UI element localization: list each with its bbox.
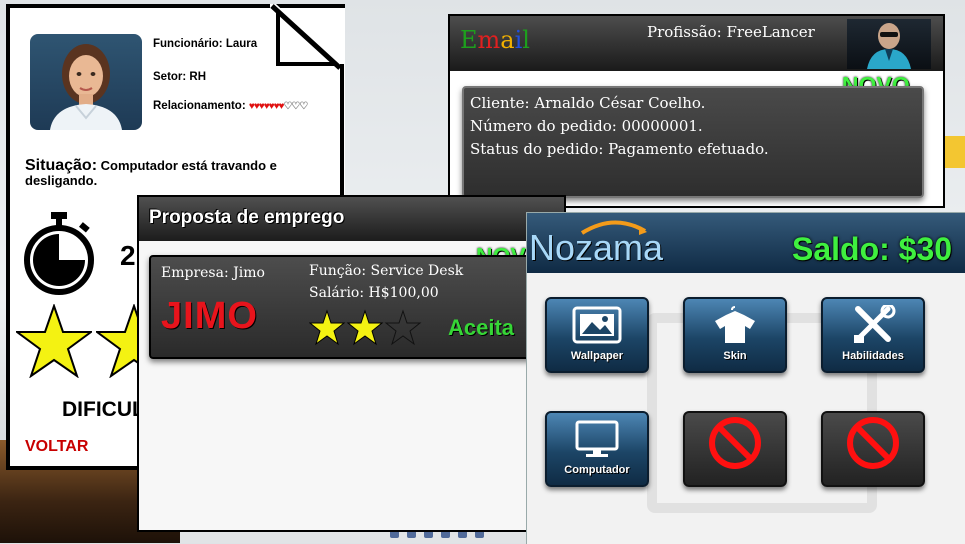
company-logo: JIMO (161, 295, 258, 337)
tile-label: Computador (564, 464, 630, 476)
email-window: Email Profissão: FreeLancer NOVO Cliente… (448, 14, 945, 208)
tile-label: Habilidades (842, 350, 904, 362)
email-logo-letter: a (500, 26, 515, 54)
image-icon (572, 306, 622, 344)
back-button[interactable]: VOLTAR (25, 438, 88, 456)
employee-relationship: Relacionamento: ♥♥♥♥♥♥♥♡♡♡ (153, 100, 308, 112)
store-header: Nozama Saldo: $30 (527, 213, 965, 273)
job-offer-window: Proposta de emprego NOV Empresa: Jimo Fu… (137, 195, 566, 532)
skills-button[interactable]: Habilidades (821, 297, 925, 373)
star-icon (13, 302, 95, 383)
skin-button[interactable]: Skin (683, 297, 787, 373)
computer-button[interactable]: Computador (545, 411, 649, 487)
job-offer-card[interactable]: Empresa: Jimo Função: Service Desk Salár… (149, 255, 553, 359)
locked-slot (821, 411, 925, 487)
timer-value: 2 (120, 240, 136, 271)
star-icon (346, 309, 384, 346)
email-line: Número do pedido: 00000001. (470, 117, 703, 135)
star-icon (309, 309, 346, 346)
stopwatch-icon (22, 212, 96, 301)
job-offer-title: Proposta de emprego (149, 207, 345, 228)
store-window: Nozama Saldo: $30 Wallpaper Skin Habilid… (526, 212, 965, 544)
shirt-icon (715, 306, 755, 343)
star-empty-icon (384, 309, 422, 346)
locked-slot (683, 411, 787, 487)
difficulty-label: DIFICUL (62, 398, 145, 421)
offer-salary: Salário: H$100,00 (309, 285, 439, 301)
employee-name: Funcionário: Laura (153, 38, 258, 50)
job-offer-header: Proposta de emprego (139, 197, 564, 241)
email-header: Email Profissão: FreeLancer (450, 16, 943, 71)
email-logo-letter: E (460, 26, 478, 54)
page-fold-corner (270, 4, 342, 74)
tile-label: Skin (723, 350, 747, 362)
email-line: Cliente: Arnaldo César Coelho. (470, 94, 706, 112)
rating-stars (309, 309, 422, 346)
wallpaper-button[interactable]: Wallpaper (545, 297, 649, 373)
sender-avatar (847, 19, 931, 69)
tile-label: Wallpaper (570, 350, 624, 362)
situation-block: Situação: Computador está travando e des… (25, 157, 335, 189)
accept-button[interactable]: Aceita (448, 315, 514, 341)
relationship-label: Relacionamento: (153, 100, 246, 112)
relationship-hearts-filled: ♥♥♥♥♥♥♥ (248, 101, 285, 112)
relationship-hearts-empty: ♡♡♡ (283, 101, 308, 112)
offer-company: Empresa: Jimo (161, 265, 265, 281)
monitor-icon (575, 420, 619, 457)
tools-icon (854, 305, 896, 343)
blocked-icon (709, 417, 761, 469)
situation-label: Situação: (25, 157, 98, 174)
email-profession: Profissão: FreeLancer (647, 23, 815, 41)
email-message: Cliente: Arnaldo César Coelho. Número do… (462, 86, 924, 198)
store-logo: Nozama (529, 227, 664, 268)
email-logo: Email (460, 26, 530, 54)
employee-sector: Setor: RH (153, 71, 207, 83)
employee-avatar (30, 34, 142, 130)
email-line: Status do pedido: Pagamento efetuado. (470, 140, 769, 158)
email-logo-letter: l (522, 26, 530, 54)
email-logo-letter: m (477, 26, 501, 54)
store-balance: Saldo: $30 (792, 231, 953, 267)
blocked-icon (847, 417, 899, 469)
offer-role: Função: Service Desk (309, 263, 464, 279)
